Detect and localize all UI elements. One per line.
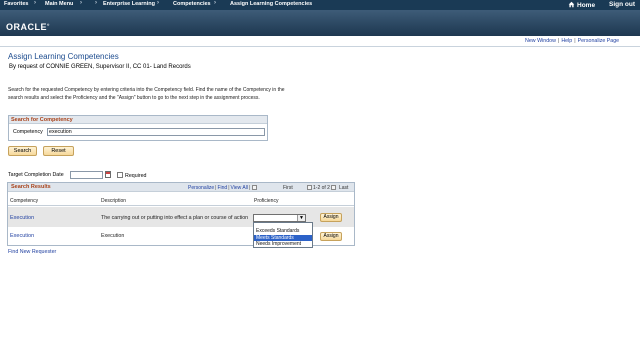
search-group-box: Search for Competency Competency executi… <box>8 115 268 141</box>
first-link[interactable]: First <box>283 185 293 191</box>
home-label: Home <box>577 2 596 9</box>
required-checkbox[interactable] <box>117 172 123 178</box>
grid-download-icon[interactable] <box>252 185 258 190</box>
proficiency-select[interactable]: ▼ <box>253 214 306 222</box>
assign-button[interactable]: Assign <box>320 213 342 222</box>
help-link[interactable]: Help <box>561 38 572 44</box>
column-header-proficiency: Proficiency <box>254 198 279 204</box>
row-count: 1-2 of 2 <box>306 185 337 191</box>
required-label: Required <box>125 173 147 179</box>
nav-chevron-icon: › <box>80 0 82 6</box>
page-title: Assign Learning Competencies <box>8 52 119 61</box>
nav-main-menu[interactable]: Main Menu <box>45 1 73 7</box>
dropdown-option[interactable]: Needs Improvement <box>254 241 312 248</box>
nav-chevron-icon: › <box>95 0 97 6</box>
oracle-logo: ORACLE® <box>6 22 50 32</box>
nav-favorites[interactable]: Favorites <box>4 1 28 7</box>
target-completion-date-label: Target Completion Date <box>8 172 64 178</box>
home-link[interactable]: Home <box>568 1 595 9</box>
find-new-requester-link[interactable]: Find New Requester <box>8 249 56 255</box>
reset-button[interactable]: Reset <box>43 146 74 156</box>
description-text: The carrying out or putting into effect … <box>101 215 249 221</box>
chevron-down-icon[interactable]: ▼ <box>297 215 305 221</box>
proficiency-dropdown-list: Exceeds Standards Meets Standards Needs … <box>253 222 313 248</box>
competency-label: Competency <box>13 129 43 135</box>
search-button[interactable]: Search <box>8 146 37 156</box>
competency-input[interactable]: execution <box>47 128 265 136</box>
results-header-bar: Search Results Personalize|Find|View All… <box>8 183 354 192</box>
nav-competencies[interactable]: Competencies <box>173 1 211 7</box>
find-link[interactable]: Find <box>217 185 227 191</box>
column-header-competency: Competency <box>10 198 39 204</box>
assign-button[interactable]: Assign <box>320 232 342 241</box>
home-icon <box>568 1 575 8</box>
nav-enterprise-learning[interactable]: Enterprise Learning <box>103 1 155 7</box>
view-all-link[interactable]: View All <box>231 185 248 191</box>
calendar-icon[interactable] <box>105 171 111 178</box>
column-header-description: Description <box>101 198 127 204</box>
personalize-page-link[interactable]: Personalize Page <box>578 38 620 44</box>
page-links: New Window | Help | Personalize Page <box>525 38 620 44</box>
new-window-link[interactable]: New Window <box>525 38 556 44</box>
next-icon[interactable] <box>330 185 336 190</box>
page-subtitle: By request of CONNIE GREEN, Supervisor I… <box>9 64 191 70</box>
top-navigation-bar: Favorites › Main Menu › › Enterprise Lea… <box>0 0 640 10</box>
competency-link[interactable]: Execution <box>10 215 34 221</box>
header-divider <box>8 205 354 206</box>
results-title: Search Results <box>11 184 51 190</box>
nav-chevron-icon: › <box>214 0 216 6</box>
competency-link[interactable]: Execution <box>10 233 34 239</box>
personalize-link[interactable]: Personalize <box>188 185 214 191</box>
sign-out-link[interactable]: Sign out <box>609 1 635 8</box>
instructions-text: Search for the requested Competency by e… <box>8 87 285 101</box>
search-group-header: Search for Competency <box>9 116 267 124</box>
divider <box>0 46 640 47</box>
grid-navigation: Personalize|Find|View All| First 1-2 of … <box>188 185 349 191</box>
nav-chevron-icon: › <box>34 0 36 6</box>
description-text: Execution <box>101 233 125 239</box>
nav-chevron-icon: › <box>157 0 159 6</box>
last-link[interactable]: Last <box>339 185 348 191</box>
banner: ORACLE® <box>0 10 640 36</box>
nav-assign-learning-competencies[interactable]: Assign Learning Competencies <box>230 1 312 7</box>
target-completion-date-input[interactable] <box>70 171 103 179</box>
previous-icon[interactable] <box>307 185 312 190</box>
